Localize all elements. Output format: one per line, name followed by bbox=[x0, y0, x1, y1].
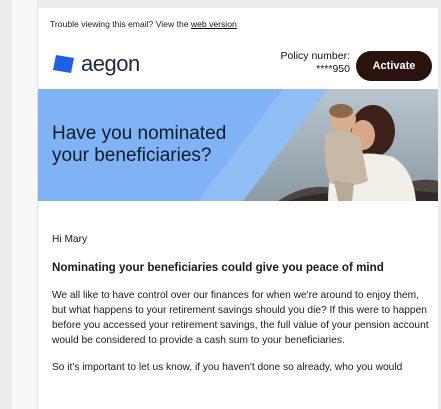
logo-wordmark: aegon bbox=[81, 51, 140, 76]
aegon-logo[interactable]: aegon bbox=[52, 51, 140, 77]
aegon-logo-mark-icon bbox=[53, 55, 74, 73]
policy-number: Policy number: ****950 bbox=[264, 50, 350, 76]
body-paragraph-1: We all like to have control over our fin… bbox=[52, 290, 429, 346]
activate-button[interactable]: Activate bbox=[356, 51, 432, 81]
policy-number-label: Policy number: bbox=[280, 50, 350, 62]
body-paragraph-2: So it's important to let us know, if you… bbox=[52, 362, 403, 373]
subheading: Nominating your beneficiaries could give… bbox=[52, 261, 384, 274]
hero-title-line-2: your beneficiaries? bbox=[52, 145, 212, 166]
left-panel-edge bbox=[12, 0, 38, 409]
hero-title: Have you nominated your beneficiaries? bbox=[52, 123, 242, 167]
policy-number-value: ****950 bbox=[316, 63, 350, 75]
email-body: Hi Mary Nominating your beneficiaries co… bbox=[52, 232, 430, 387]
preheader: Trouble viewing this email? View the web… bbox=[50, 19, 237, 29]
web-version-link[interactable]: web version bbox=[191, 19, 237, 29]
greeting: Hi Mary bbox=[52, 234, 88, 245]
preheader-text: Trouble viewing this email? View the bbox=[50, 19, 191, 29]
email-card: Trouble viewing this email? View the web… bbox=[38, 8, 438, 409]
hero-banner: Have you nominated your beneficiaries? bbox=[38, 89, 438, 201]
hero-title-line-1: Have you nominated bbox=[52, 123, 227, 144]
